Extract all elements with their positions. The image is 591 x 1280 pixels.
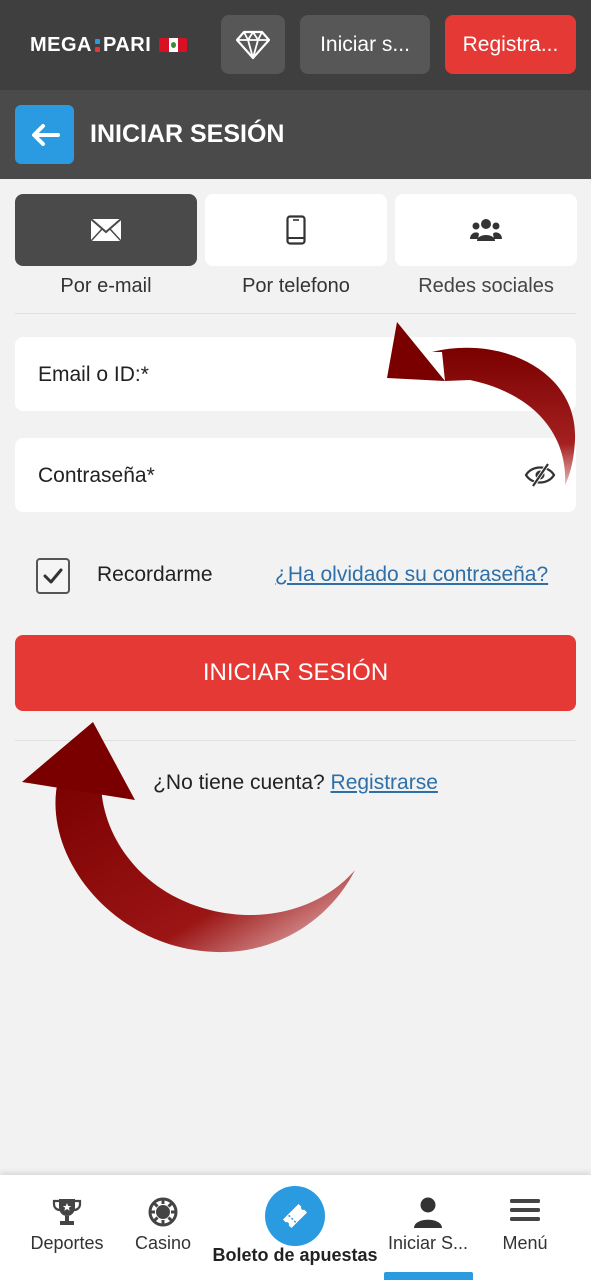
ticket-icon xyxy=(282,1203,308,1229)
nav-casino-label: Casino xyxy=(134,1233,192,1253)
arrow-left-icon xyxy=(31,123,60,146)
trophy-icon xyxy=(52,1199,82,1225)
nav-login[interactable]: Iniciar S... xyxy=(380,1175,476,1280)
tab-email-box[interactable] xyxy=(15,194,197,266)
tab-email[interactable]: Por e-mail xyxy=(15,194,197,298)
vip-diamond-button[interactable] xyxy=(221,15,285,74)
nav-deportes-label: Deportes xyxy=(30,1233,104,1253)
no-account-row: ¿No tiene cuenta? Registrarse xyxy=(0,771,591,795)
remember-checkbox[interactable] xyxy=(36,558,70,594)
page-title: INICIAR SESIÓN xyxy=(90,120,285,148)
divider xyxy=(15,740,576,741)
nav-login-label: Iniciar S... xyxy=(387,1233,469,1253)
envelope-icon xyxy=(90,218,122,242)
bottom-nav: Deportes Casino Boleto de apuestas Inici… xyxy=(0,1175,591,1280)
nav-bet-slip-label: Boleto de apuestas xyxy=(212,1245,378,1265)
page-header: INICIAR SESIÓN xyxy=(0,90,591,179)
remember-label[interactable]: Recordarme xyxy=(97,563,213,587)
check-icon xyxy=(43,568,63,584)
divider xyxy=(15,313,576,314)
logo-text-right: PARI xyxy=(103,33,152,56)
top-bar: MEGA PARI Iniciar s... Registra... xyxy=(0,0,591,90)
tab-social[interactable]: Redes sociales xyxy=(395,194,577,298)
login-method-tabs: Por e-mail Por telefono Redes sociales xyxy=(15,194,577,304)
peru-flag-icon xyxy=(159,38,188,52)
nav-menu[interactable]: Menú xyxy=(480,1175,570,1280)
nav-bet-slip[interactable]: Boleto de apuestas xyxy=(205,1175,385,1280)
register-top-button[interactable]: Registra... xyxy=(445,15,576,74)
phone-icon xyxy=(286,215,306,245)
register-link[interactable]: Registrarse xyxy=(331,771,438,794)
logo-text-left: MEGA xyxy=(30,33,92,56)
user-icon xyxy=(414,1197,442,1228)
diamond-icon xyxy=(236,30,270,59)
login-submit-button[interactable]: INICIAR SESIÓN xyxy=(15,635,576,711)
nav-menu-label: Menú xyxy=(502,1233,548,1253)
bet-slip-circle[interactable] xyxy=(265,1186,325,1246)
tab-social-label: Redes sociales xyxy=(418,275,554,297)
password-placeholder: Contraseña* xyxy=(38,464,155,487)
back-button[interactable] xyxy=(15,105,74,164)
tab-phone-label: Por telefono xyxy=(242,275,350,297)
email-placeholder: Email o ID:* xyxy=(38,363,149,386)
hamburger-icon xyxy=(510,1199,540,1221)
nav-active-indicator xyxy=(384,1272,473,1280)
nav-deportes[interactable]: Deportes xyxy=(22,1175,112,1280)
forgot-password-link[interactable]: ¿Ha olvidado su contraseña? xyxy=(275,563,548,587)
casino-chip-icon xyxy=(148,1197,178,1227)
tab-phone-box[interactable] xyxy=(205,194,387,266)
nav-casino[interactable]: Casino xyxy=(118,1175,208,1280)
login-top-button[interactable]: Iniciar s... xyxy=(300,15,430,74)
eye-slash-icon[interactable] xyxy=(524,462,556,488)
arrow-to-login-button xyxy=(22,722,355,953)
logo-colon xyxy=(95,38,100,52)
password-field[interactable]: Contraseña* xyxy=(15,438,576,512)
megapari-logo[interactable]: MEGA PARI xyxy=(30,33,188,57)
tab-social-box[interactable] xyxy=(395,194,577,266)
no-account-text: ¿No tiene cuenta? xyxy=(153,771,325,794)
tab-email-label: Por e-mail xyxy=(60,275,152,297)
tab-phone[interactable]: Por telefono xyxy=(205,194,387,298)
email-field[interactable]: Email o ID:* xyxy=(15,337,576,411)
users-icon xyxy=(470,219,502,241)
